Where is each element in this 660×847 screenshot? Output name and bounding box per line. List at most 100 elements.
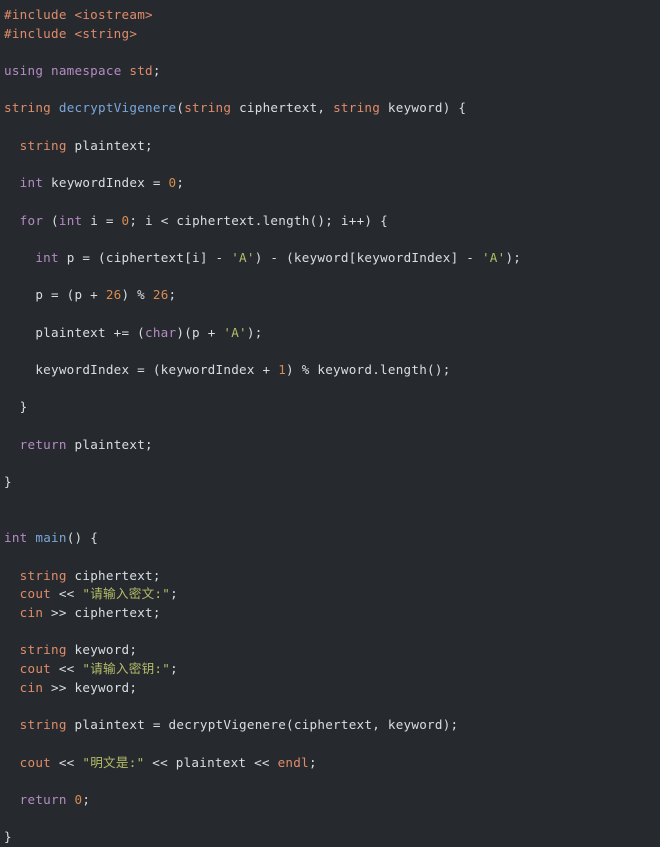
code-token-type: string <box>19 717 67 733</box>
code-token-kw: int <box>58 212 83 228</box>
code-token-type: endl <box>277 754 309 770</box>
code-line[interactable]: string ciphertext; <box>0 567 660 586</box>
code-token-prearg: <iostream> <box>74 7 153 22</box>
code-line[interactable] <box>0 268 660 287</box>
code-token-num: 26 <box>152 287 169 303</box>
code-token-plain: keywordIndex = (keywordIndex + <box>4 362 279 378</box>
code-line[interactable]: int p = (ciphertext[i] - 'A') - (keyword… <box>0 249 660 268</box>
code-token-plain: << <box>51 661 83 677</box>
code-token-punct: ; <box>170 661 178 677</box>
code-token-plain: ) % <box>121 287 153 303</box>
code-line[interactable] <box>0 492 660 511</box>
code-line[interactable] <box>0 417 660 436</box>
code-line[interactable]: cin >> keyword; <box>0 679 660 698</box>
code-token-kw: return <box>19 436 67 452</box>
code-token-plain: << <box>51 754 83 770</box>
code-token-punct: ; <box>308 754 317 770</box>
code-token-plain: ciphertext, <box>231 100 334 116</box>
code-line[interactable]: cout << "明文是:" << plaintext << endl; <box>0 754 660 773</box>
code-line[interactable]: cout << "请输入密文:"; <box>0 585 660 604</box>
code-line[interactable] <box>0 697 660 716</box>
code-line[interactable] <box>0 305 660 324</box>
code-line[interactable] <box>0 810 660 829</box>
code-token-fn: decryptVigenere <box>58 100 177 116</box>
code-token-punct: ; <box>82 791 91 807</box>
code-token-plain: () { <box>66 530 99 546</box>
code-line[interactable]: string plaintext; <box>0 137 660 156</box>
code-line[interactable]: } <box>0 828 660 847</box>
code-token-plain: ciphertext; <box>66 567 161 583</box>
code-line[interactable] <box>0 548 660 567</box>
code-line[interactable]: p = (p + 26) % 26; <box>0 286 660 305</box>
code-line[interactable] <box>0 623 660 642</box>
code-line[interactable] <box>0 43 660 62</box>
code-line[interactable]: string keyword; <box>0 641 660 660</box>
code-line[interactable]: return 0; <box>0 791 660 810</box>
code-line[interactable] <box>0 342 660 361</box>
code-line[interactable] <box>0 230 660 249</box>
code-line[interactable]: int keywordIndex = 0; <box>0 174 660 193</box>
code-line[interactable]: string decryptVigenere(string ciphertext… <box>0 99 660 118</box>
code-token-kw: char <box>145 324 177 340</box>
code-line[interactable]: #include <iostream> <box>0 6 660 25</box>
code-token-punct: ; <box>176 175 185 191</box>
code-token-punct: ; <box>170 586 178 602</box>
code-line[interactable] <box>0 735 660 754</box>
code-line[interactable]: keywordIndex = (keywordIndex + 1) % keyw… <box>0 361 660 380</box>
code-line[interactable]: plaintext += (char)(p + 'A'); <box>0 324 660 343</box>
code-token-kw: int <box>4 530 28 546</box>
code-line[interactable]: } <box>0 398 660 417</box>
code-token-num: 1 <box>278 362 287 378</box>
code-token-plain: << plaintext << <box>144 754 278 770</box>
code-token-type: string <box>19 137 67 153</box>
code-line[interactable] <box>0 511 660 530</box>
code-token-plain: ( <box>43 212 59 228</box>
code-token-num: 26 <box>105 287 122 303</box>
code-token-type: string <box>333 100 381 116</box>
code-editor[interactable]: #include <iostream> #include <string> usi… <box>0 0 660 844</box>
code-line[interactable] <box>0 772 660 791</box>
code-token-punct: ; <box>168 287 177 303</box>
code-line[interactable]: } <box>0 473 660 492</box>
code-line[interactable] <box>0 81 660 100</box>
code-token-plain: plaintext; <box>66 137 153 153</box>
code-line[interactable]: cout << "请输入密钥:"; <box>0 660 660 679</box>
code-line[interactable]: return plaintext; <box>0 436 660 455</box>
code-token-str: "请输入密钥:" <box>82 661 171 677</box>
code-line[interactable] <box>0 193 660 212</box>
code-token-str: 'A' <box>481 249 506 265</box>
code-line[interactable]: for (int i = 0; i < ciphertext.length();… <box>0 212 660 231</box>
code-token-plain: p = (ciphertext[i] - <box>58 249 232 265</box>
code-line[interactable]: cin >> ciphertext; <box>0 604 660 623</box>
code-line[interactable]: using namespace std; <box>0 62 660 81</box>
code-token-plain: } <box>4 829 12 845</box>
code-token-kw: for <box>19 212 44 228</box>
code-line[interactable] <box>0 118 660 137</box>
code-token-type: cout <box>19 586 52 602</box>
code-line[interactable]: #include <string> <box>0 25 660 44</box>
code-token-pre: #include <box>4 25 75 41</box>
code-token-plain: } <box>4 399 28 415</box>
code-line[interactable]: int main() { <box>0 529 660 548</box>
code-token-type: string <box>4 100 52 116</box>
code-token-kw: int <box>19 175 44 191</box>
code-line[interactable] <box>0 156 660 175</box>
code-token-prearg: <string> <box>74 25 138 41</box>
code-line[interactable]: string plaintext = decryptVigenere(ciphe… <box>0 716 660 735</box>
code-token-kw: namespace <box>51 63 122 79</box>
code-line[interactable] <box>0 380 660 399</box>
code-token-pre: #include <box>4 7 75 22</box>
code-token-type: string <box>19 642 67 658</box>
code-line[interactable] <box>0 455 660 474</box>
code-token-plain: plaintext = decryptVigenere(ciphertext, … <box>66 717 459 733</box>
code-token-type: cin <box>19 605 44 620</box>
code-token-kw: return <box>19 791 67 807</box>
